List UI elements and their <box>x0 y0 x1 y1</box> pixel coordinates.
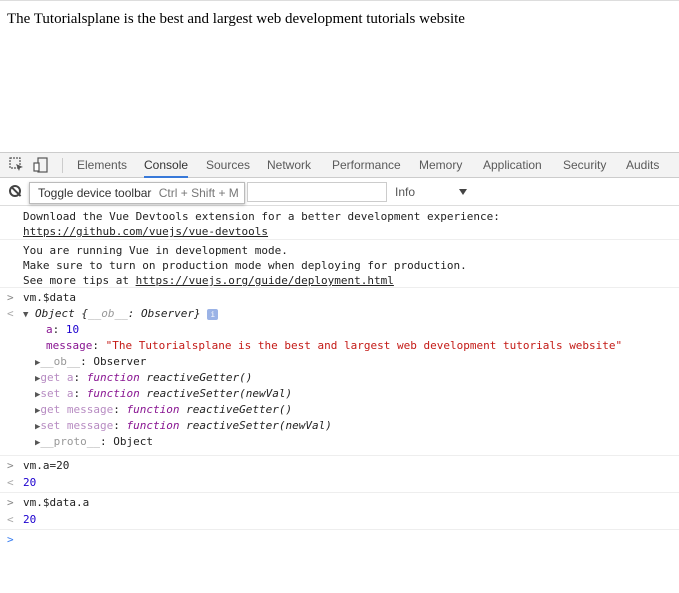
device-icon[interactable] <box>33 157 49 173</box>
prop-set-message[interactable]: ▶set message: function reactiveSetter(ne… <box>35 418 332 435</box>
result-value: 20 <box>23 476 37 489</box>
expand-triangle-icon[interactable]: ▼ <box>23 310 28 320</box>
prop-proto[interactable]: ▶__proto__: Object <box>35 434 153 451</box>
tab-network[interactable]: Network <box>267 153 311 178</box>
result-arrow-icon: < <box>7 513 14 526</box>
console-entry: > vm.a=20 < 20 <box>0 456 679 493</box>
tooltip: Toggle device toolbar Ctrl + Shift + M <box>29 182 245 204</box>
devtools-tabbar: Elements Console Sources Network Perform… <box>0 152 679 178</box>
toolbar-separator <box>62 158 63 173</box>
result-value: 20 <box>23 513 37 526</box>
console-entry: > vm.$data < ▼ Object {__ob__: Observer}… <box>0 288 679 456</box>
command-prompt-icon: > <box>7 459 14 472</box>
info-icon[interactable]: i <box>207 308 219 320</box>
console-message: Download the Vue Devtools extension for … <box>0 207 679 240</box>
prop-get-message[interactable]: ▶get message: function reactiveGetter() <box>35 402 292 419</box>
tab-elements[interactable]: Elements <box>77 153 127 178</box>
object-header[interactable]: ▼ Object {__ob__: Observer} i <box>23 306 219 323</box>
prop-ob[interactable]: ▶__ob__: Observer <box>35 354 146 371</box>
tab-security[interactable]: Security <box>563 153 606 178</box>
filter-input[interactable] <box>247 182 387 202</box>
tab-performance[interactable]: Performance <box>332 153 401 178</box>
message-text: See more tips at <box>23 274 136 287</box>
console-input-prompt-icon[interactable]: > <box>7 532 14 548</box>
log-level-select[interactable]: Info <box>395 182 415 202</box>
command-text: vm.a=20 <box>23 459 70 472</box>
tab-console[interactable]: Console <box>144 153 189 178</box>
dropdown-arrow-icon[interactable] <box>459 189 467 195</box>
result-arrow-icon: < <box>7 307 14 320</box>
command-prompt-icon: > <box>7 496 14 509</box>
console-toolbar: Toggle device toolbar Ctrl + Shift + M I… <box>0 178 679 206</box>
deployment-link[interactable]: https://vuejs.org/guide/deployment.html <box>136 274 394 287</box>
page-content: The Tutorialsplane is the best and large… <box>0 0 679 152</box>
tab-memory[interactable]: Memory <box>419 153 462 178</box>
tab-sources[interactable]: Sources <box>206 153 250 178</box>
message-text: Make sure to turn on production mode whe… <box>23 259 467 272</box>
tooltip-label: Toggle device toolbar <box>38 186 152 200</box>
prop-a: a: 10 <box>46 323 80 336</box>
command-text: vm.$data <box>23 291 76 304</box>
page-heading-text: The Tutorialsplane is the best and large… <box>7 11 465 27</box>
result-arrow-icon: < <box>7 476 14 489</box>
tab-audits[interactable]: Audits <box>626 153 659 178</box>
prop-set-a[interactable]: ▶set a: function reactiveSetter(newVal) <box>35 386 292 403</box>
command-text: vm.$data.a <box>23 496 90 509</box>
console-entry: > vm.$data.a < 20 <box>0 493 679 530</box>
message-text: You are running Vue in development mode. <box>23 244 288 257</box>
tooltip-shortcut: Ctrl + Shift + M <box>158 186 239 200</box>
devtools-link[interactable]: https://github.com/vuejs/vue-devtools <box>23 224 268 240</box>
message-text: Download the Vue Devtools extension for … <box>23 210 500 223</box>
clear-console-icon[interactable] <box>9 185 21 197</box>
command-prompt-icon: > <box>7 291 14 304</box>
inspect-icon[interactable] <box>9 157 25 173</box>
prop-message: message: "The Tutorialsplane is the best… <box>46 339 623 352</box>
prop-get-a[interactable]: ▶get a: function reactiveGetter() <box>35 370 252 387</box>
tab-application[interactable]: Application <box>483 153 542 178</box>
devtools-panel: Elements Console Sources Network Perform… <box>0 152 679 593</box>
console-message: You are running Vue in development mode.… <box>0 240 679 288</box>
